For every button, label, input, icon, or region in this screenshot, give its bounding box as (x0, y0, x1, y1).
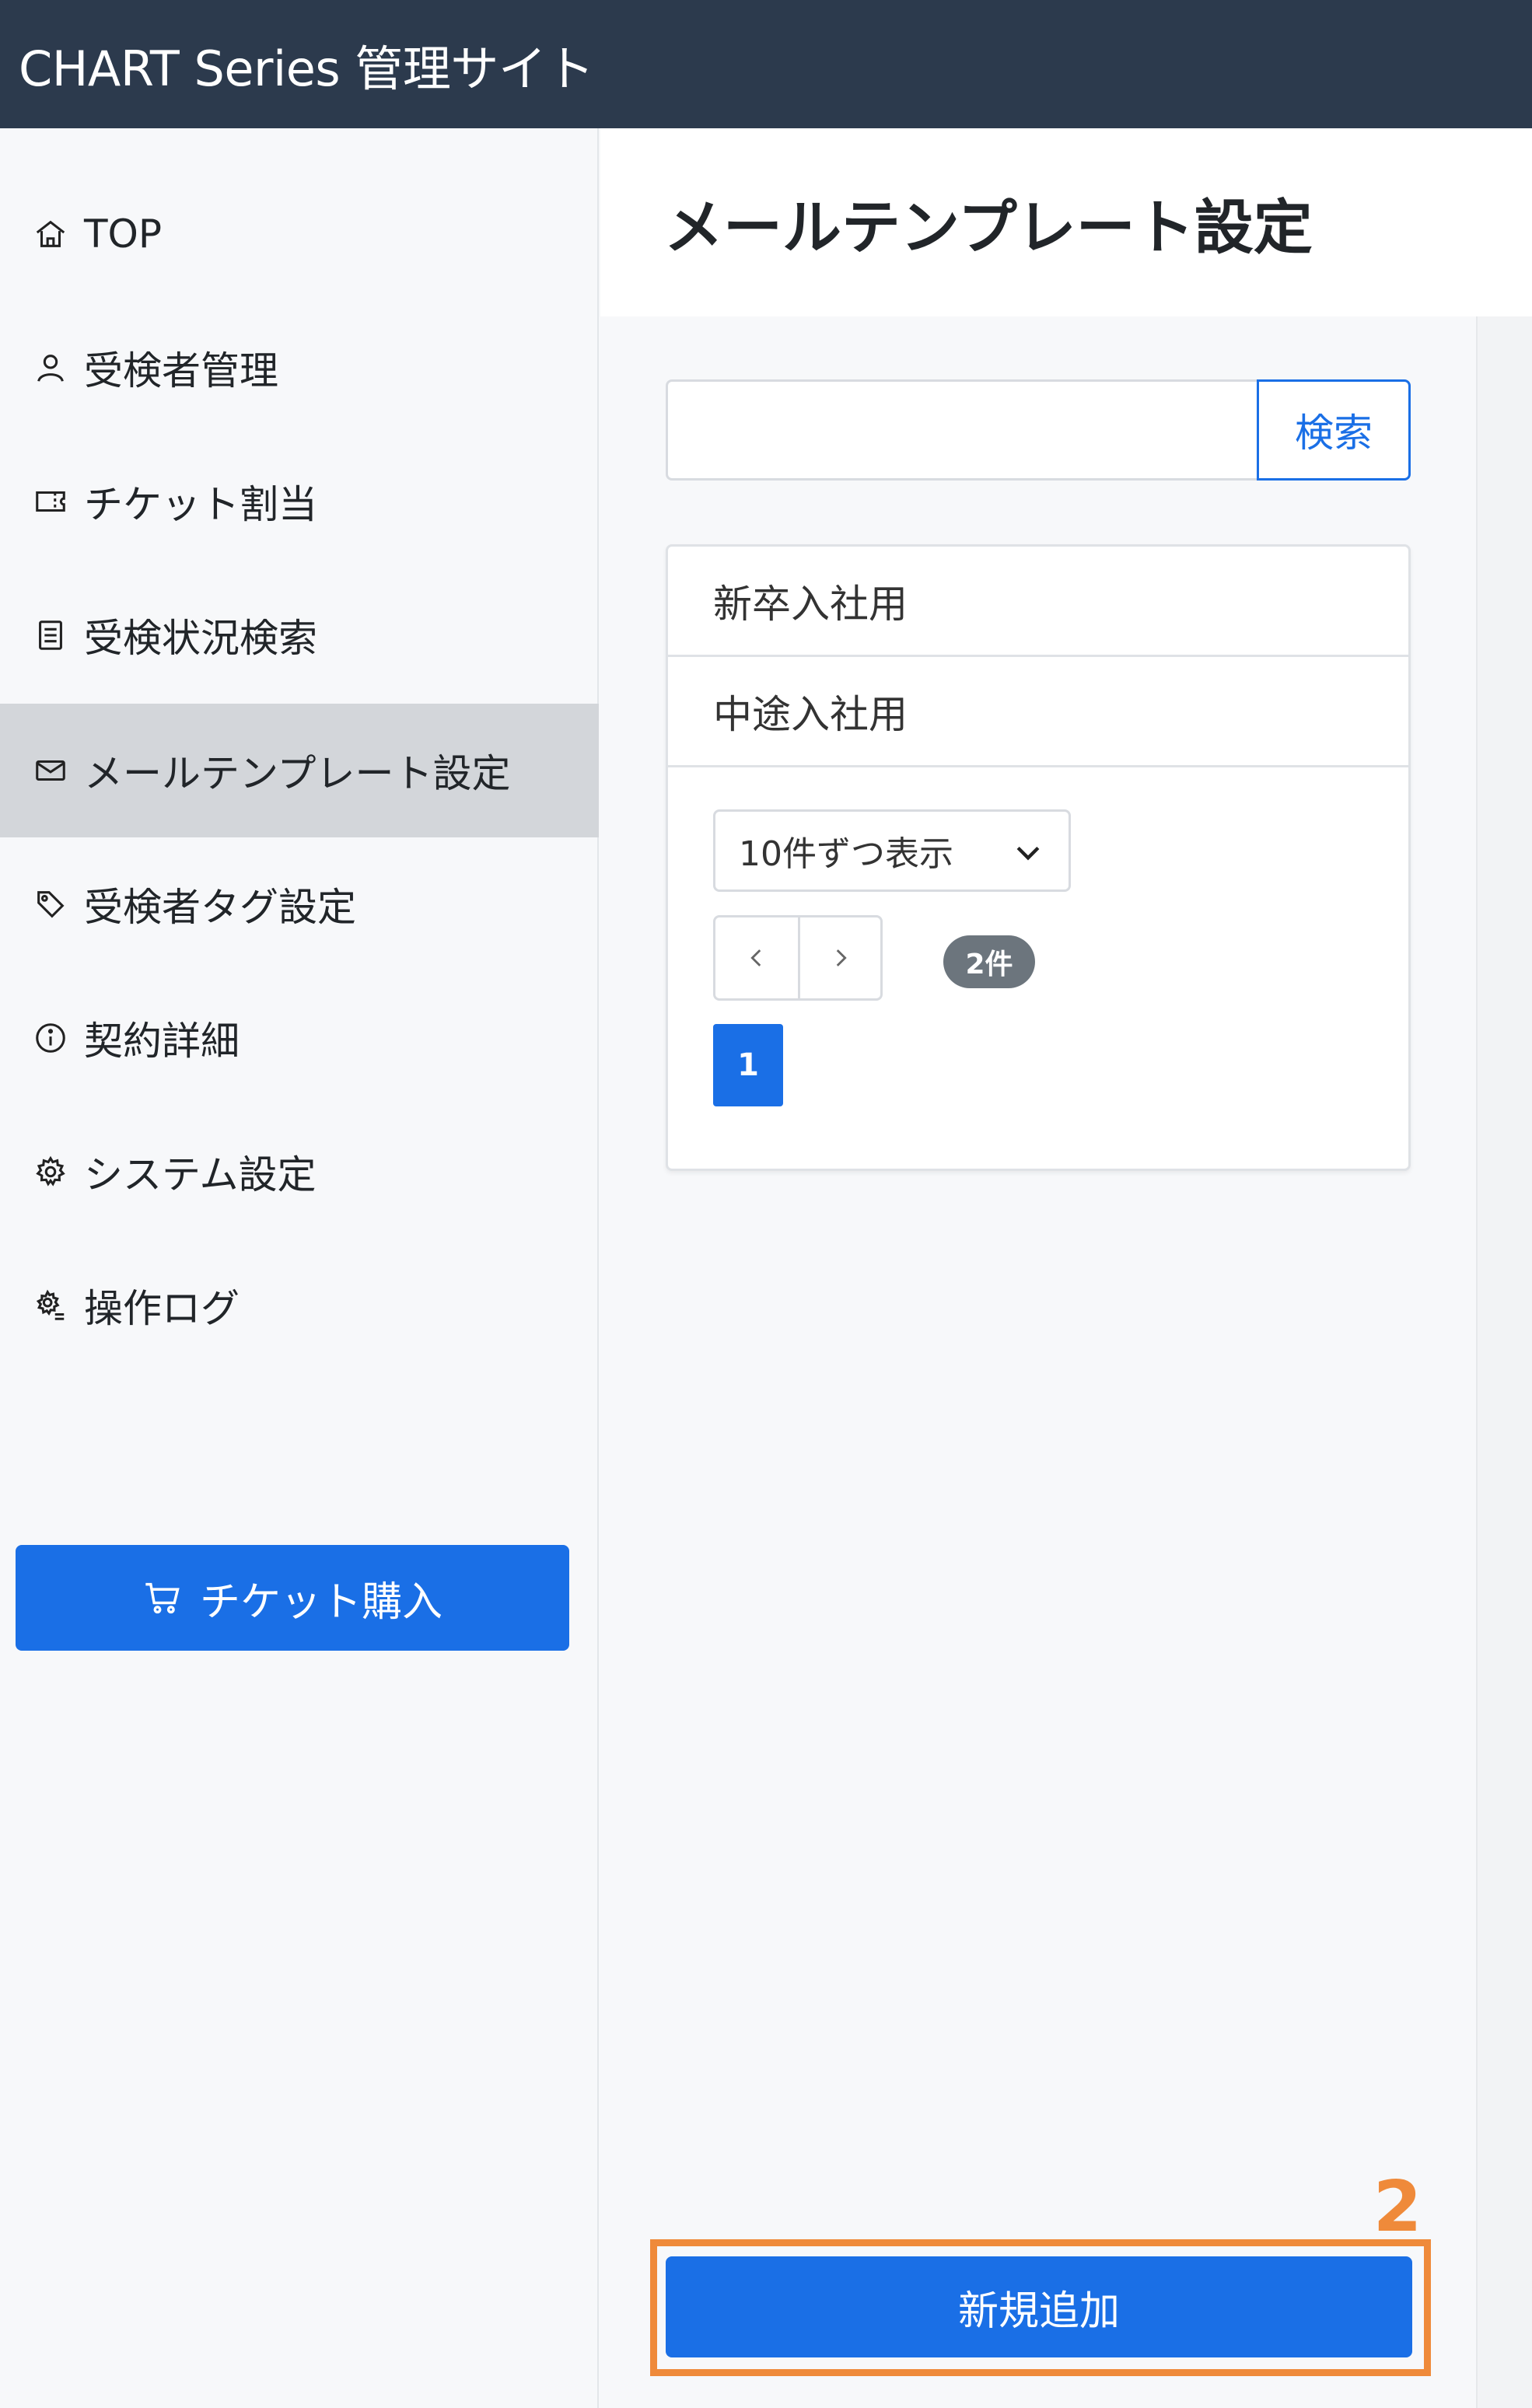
count-badge: 2件 (943, 935, 1035, 988)
search-input[interactable] (666, 379, 1258, 481)
sidebar-item-system-settings[interactable]: システム設定 (0, 1105, 599, 1239)
sidebar-item-label: チケット割当 (84, 482, 317, 527)
sidebar-item-label: メールテンプレート設定 (84, 751, 511, 796)
sidebar-item-mail-template-settings[interactable]: メールテンプレート設定 (0, 704, 599, 837)
next-page-button[interactable] (798, 917, 880, 998)
gear-list-icon (31, 1286, 70, 1325)
list-item[interactable]: 新卒入社用 (668, 547, 1408, 657)
gear-icon (31, 1152, 70, 1191)
page-number-label: 1 (737, 1047, 759, 1083)
template-name: 中途入社用 (713, 691, 908, 737)
scroll-track (1476, 316, 1532, 2408)
sidebar-item-label: TOP (84, 211, 163, 257)
app-header: CHART Series 管理サイト (0, 0, 1532, 128)
sidebar-item-examinee-tag-settings[interactable]: 受検者タグ設定 (0, 837, 599, 971)
step-annotation-label: 2 (1373, 2165, 1422, 2248)
home-icon (31, 215, 70, 253)
sidebar-item-operation-log[interactable]: 操作ログ (0, 1239, 599, 1372)
user-icon (31, 348, 70, 387)
list-item[interactable]: 中途入社用 (668, 657, 1408, 767)
cart-icon (145, 1582, 180, 1614)
sidebar-item-label: システム設定 (84, 1152, 317, 1197)
template-name: 新卒入社用 (713, 581, 908, 627)
mail-icon (31, 751, 70, 790)
document-list-icon (31, 616, 70, 655)
sidebar-item-label: 受検者管理 (84, 348, 278, 393)
tag-icon (31, 885, 70, 924)
sidebar-item-top[interactable]: TOP (0, 167, 599, 301)
search-button-label: 検索 (1295, 411, 1373, 456)
page-size-value: 10件ずつ表示 (739, 834, 953, 874)
prev-page-button[interactable] (715, 917, 798, 998)
search-button[interactable]: 検索 (1257, 379, 1411, 481)
chevron-down-icon (1016, 846, 1040, 861)
ticket-purchase-label: チケット購入 (199, 1578, 442, 1626)
sidebar-item-exam-status-search[interactable]: 受検状況検索 (0, 568, 599, 702)
sidebar-item-label: 受検者タグ設定 (84, 885, 356, 930)
template-list-panel: 新卒入社用 中途入社用 10件ずつ表示 2件 1 (666, 544, 1411, 1171)
ticket-icon (31, 482, 70, 521)
info-icon (31, 1019, 70, 1057)
sidebar: TOP 受検者管理 チケット割当 受検状況検索 メールテンプレート設定 受検者タ… (0, 128, 599, 2408)
app-title: CHART Series 管理サイト (19, 40, 594, 97)
pagination (713, 915, 883, 1001)
sidebar-item-ticket-assignment[interactable]: チケット割当 (0, 435, 599, 568)
add-new-label: 新規追加 (957, 2287, 1120, 2335)
sidebar-item-label: 受検状況検索 (84, 616, 317, 661)
page-title: メールテンプレート設定 (664, 193, 1313, 262)
sidebar-item-contract-details[interactable]: 契約詳細 (0, 971, 599, 1105)
sidebar-item-label: 契約詳細 (84, 1019, 240, 1064)
sidebar-item-label: 操作ログ (84, 1286, 240, 1331)
add-new-button[interactable]: 新規追加 (666, 2256, 1412, 2357)
sidebar-item-examinee-management[interactable]: 受検者管理 (0, 301, 599, 435)
page-header: メールテンプレート設定 (600, 128, 1532, 316)
page-size-select[interactable]: 10件ずつ表示 (713, 809, 1071, 892)
count-badge-label: 2件 (965, 949, 1013, 980)
chevron-left-icon (750, 949, 761, 966)
chevron-right-icon (836, 949, 847, 966)
page-number-button[interactable]: 1 (713, 1024, 783, 1106)
ticket-purchase-button[interactable]: チケット購入 (16, 1545, 569, 1651)
